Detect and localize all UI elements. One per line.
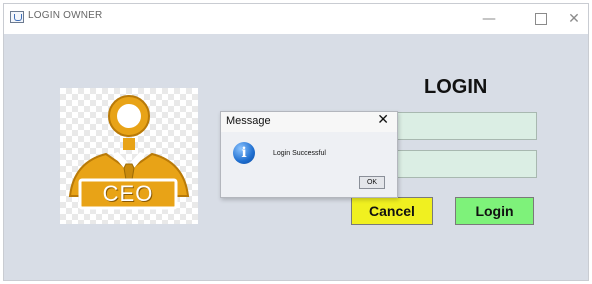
ceo-logo: CEO <box>60 88 198 224</box>
ok-button[interactable]: OK <box>359 176 385 189</box>
cancel-button[interactable]: Cancel <box>351 197 433 225</box>
dialog-close-button[interactable]: ✕ <box>377 112 389 128</box>
close-window-button[interactable]: ✕ <box>559 4 589 34</box>
message-dialog: Message ✕ i Login Successful OK <box>220 111 398 198</box>
dialog-title: Message <box>226 115 271 127</box>
maximize-icon <box>535 13 547 25</box>
title-bar: LOGIN OWNER — ✕ <box>4 4 588 34</box>
window-title: LOGIN OWNER <box>28 10 103 21</box>
dialog-title-bar: Message ✕ <box>221 112 397 132</box>
login-button[interactable]: Login <box>455 197 534 225</box>
ceo-logo-text: CEO <box>102 181 154 206</box>
login-owner-window: LOGIN OWNER — ✕ CEO LOGIN ** Cancel Logi… <box>3 3 589 281</box>
java-app-icon <box>10 11 24 23</box>
minimize-button[interactable]: — <box>469 4 509 34</box>
information-icon: i <box>233 142 255 164</box>
dialog-message: Login Successful <box>273 150 326 157</box>
maximize-button[interactable] <box>521 4 561 34</box>
login-heading: LOGIN <box>424 76 488 98</box>
